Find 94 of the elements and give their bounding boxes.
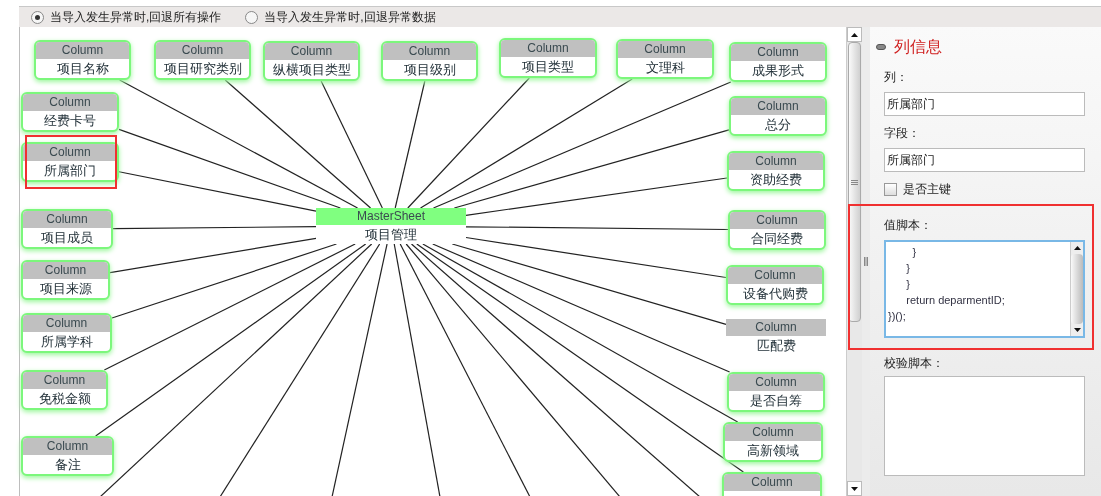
- node-name: 备注: [53, 456, 82, 474]
- node-type: Column: [724, 474, 820, 491]
- node-type: Column: [36, 42, 129, 59]
- node-name: 所属部门: [43, 162, 97, 180]
- input-field[interactable]: 所属部门: [884, 148, 1085, 172]
- radio-option[interactable]: 当导入发生异常时,回退所有操作: [31, 8, 222, 26]
- down-triangle-icon: [1073, 328, 1081, 332]
- node-type: MasterSheet: [316, 208, 466, 225]
- node-type: Column: [23, 211, 111, 228]
- column-node[interactable]: Column 项目成员: [21, 209, 113, 249]
- checkbox[interactable]: [884, 182, 897, 196]
- node-type: Column: [731, 44, 825, 61]
- field-label: 字段：: [884, 125, 921, 142]
- node-type: Column: [156, 42, 249, 59]
- radio-icon[interactable]: [245, 10, 259, 24]
- node-name: 所属学科: [39, 333, 94, 351]
- node-name: 设备代购费: [741, 285, 809, 303]
- column-node[interactable]: Column 项目级别: [381, 41, 478, 81]
- node-type: Column: [23, 372, 106, 389]
- grip-icon: [864, 257, 868, 266]
- node-type: Column: [731, 98, 825, 115]
- up-triangle-icon: [1073, 246, 1081, 250]
- node-name: 项目类型: [521, 58, 575, 76]
- script-editor[interactable]: } } } return deparmentID; })();: [884, 240, 1085, 338]
- radio-icon[interactable]: [31, 10, 44, 24]
- node-name: 项目名称: [55, 60, 110, 78]
- node-name: 文理科: [644, 59, 686, 77]
- panel-title: 列信息: [894, 37, 942, 57]
- master-node[interactable]: MasterSheet 项目管理: [316, 208, 466, 244]
- node-name: 经费卡号: [43, 112, 97, 130]
- scroll-thumb[interactable]: [848, 42, 861, 322]
- column-node[interactable]: Column 纵横项目类型: [263, 41, 360, 81]
- column-node[interactable]: Column 高新领域: [723, 422, 823, 462]
- node-type: Column: [725, 424, 821, 441]
- node-name: 资助经费: [749, 171, 803, 189]
- field-label: 列：: [884, 69, 909, 86]
- column-node[interactable]: Column 资助经费: [727, 151, 825, 191]
- node-name: 项目研究类别: [162, 60, 243, 78]
- script-code: } } } return deparmentID; })();: [887, 245, 1006, 324]
- node-type: Column: [501, 40, 595, 57]
- node-type: Column: [618, 41, 712, 58]
- node-type: Column: [730, 212, 824, 229]
- node-name: 合同经费: [750, 230, 804, 248]
- node-name: 项目级别: [402, 61, 457, 79]
- column-node[interactable]: Column 总分: [729, 96, 827, 136]
- node-type: Column: [23, 144, 117, 161]
- node-name: 项目成员: [40, 229, 94, 247]
- node-type: Column: [265, 43, 358, 60]
- checkbox-row[interactable]: 是否主键: [884, 180, 1085, 198]
- column-node[interactable]: Column: [722, 472, 822, 496]
- column-node[interactable]: Column 合同经费: [728, 210, 826, 250]
- grip-icon: [851, 179, 858, 185]
- field-label: 校验脚本：: [884, 355, 945, 372]
- node-type: Column: [23, 438, 112, 455]
- node-type: Column: [729, 153, 823, 170]
- node-type: Column: [23, 262, 108, 279]
- node-name: 项目来源: [38, 280, 93, 298]
- up-triangle-icon: [851, 32, 858, 37]
- column-node[interactable]: Column 设备代购费: [726, 265, 824, 305]
- node-type: Column: [383, 43, 476, 60]
- column-node[interactable]: Column 经费卡号: [21, 92, 119, 132]
- node-name: 纵横项目类型: [271, 61, 352, 79]
- node-type: Column: [729, 374, 823, 391]
- radio-option[interactable]: 当导入发生异常时,回退异常数据: [245, 8, 436, 26]
- down-triangle-icon: [851, 486, 858, 491]
- node-type: Column: [726, 319, 826, 336]
- column-node[interactable]: Column 是否自筹: [727, 372, 825, 412]
- column-node[interactable]: Column 项目名称: [34, 40, 131, 80]
- column-node[interactable]: Column 项目来源: [21, 260, 110, 300]
- column-node[interactable]: Column 备注: [21, 436, 114, 476]
- node-name: 匹配费: [755, 337, 797, 355]
- node-name: 高新领域: [746, 442, 800, 460]
- node-name: 总分: [764, 116, 792, 134]
- scroll-up-button[interactable]: [847, 27, 862, 42]
- scroll-thumb[interactable]: [1071, 254, 1083, 324]
- node-type: Column: [23, 94, 117, 111]
- node-type: Column: [728, 267, 822, 284]
- input-field[interactable]: 所属部门: [884, 92, 1085, 116]
- scrollbar[interactable]: [846, 27, 862, 496]
- node-name: 成果形式: [751, 62, 805, 80]
- node-name: 免税金额: [37, 390, 92, 408]
- column-node[interactable]: Column 所属部门: [21, 142, 119, 182]
- bullet-icon: [876, 44, 886, 50]
- column-node[interactable]: Column 项目研究类别: [154, 40, 251, 80]
- column-node[interactable]: Column 文理科: [616, 39, 714, 79]
- node-type: Column: [23, 315, 110, 332]
- node-name: 是否自筹: [749, 392, 803, 410]
- column-node[interactable]: Column 免税金额: [21, 370, 108, 410]
- column-node[interactable]: Column 所属学科: [21, 313, 112, 353]
- node-name: 项目管理: [364, 226, 418, 244]
- column-node[interactable]: Column 成果形式: [729, 42, 827, 82]
- column-node[interactable]: Column 项目类型: [499, 38, 597, 78]
- field-label: 值脚本：: [884, 217, 933, 234]
- scroll-down-button[interactable]: [847, 481, 862, 496]
